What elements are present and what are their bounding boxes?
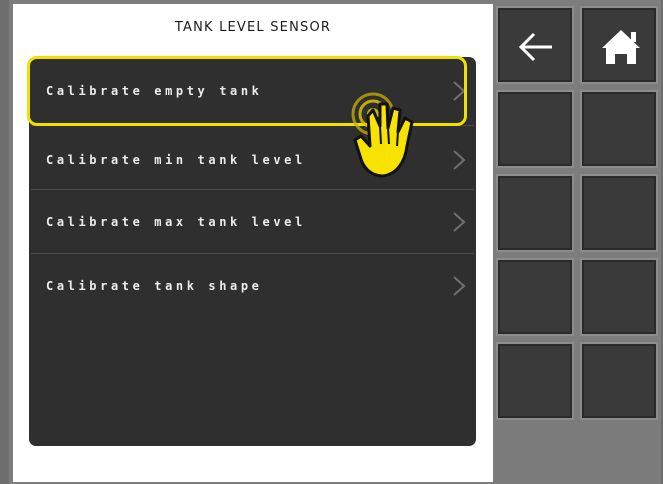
menu-item-calibrate-tank-shape[interactable]: Calibrate tank shape: [29, 252, 476, 320]
blank-button[interactable]: [496, 258, 574, 336]
blank-button[interactable]: [496, 174, 574, 252]
menu-item-label: Calibrate tank shape: [46, 279, 263, 293]
blank-button[interactable]: [580, 342, 658, 420]
menu-item-calibrate-max-tank-level[interactable]: Calibrate max tank level: [29, 188, 476, 256]
blank-button[interactable]: [580, 258, 658, 336]
blank-button[interactable]: [496, 90, 574, 168]
chevron-right-icon: [453, 276, 466, 296]
page-title: TANK LEVEL SENSOR: [174, 20, 332, 35]
home-icon: [602, 30, 640, 64]
blank-button[interactable]: [580, 90, 658, 168]
back-arrow-icon: [518, 32, 552, 62]
chevron-right-icon: [453, 150, 466, 170]
blank-button[interactable]: [580, 174, 658, 252]
chevron-right-icon: [453, 212, 466, 232]
back-button[interactable]: [496, 6, 574, 84]
home-button[interactable]: [580, 6, 658, 84]
tap-hand-icon: [351, 92, 414, 178]
blank-button[interactable]: [496, 342, 574, 420]
menu-item-label: Calibrate min tank level: [46, 153, 306, 167]
sidebar-footer: [494, 420, 661, 484]
menu-item-label: Calibrate max tank level: [46, 215, 306, 229]
